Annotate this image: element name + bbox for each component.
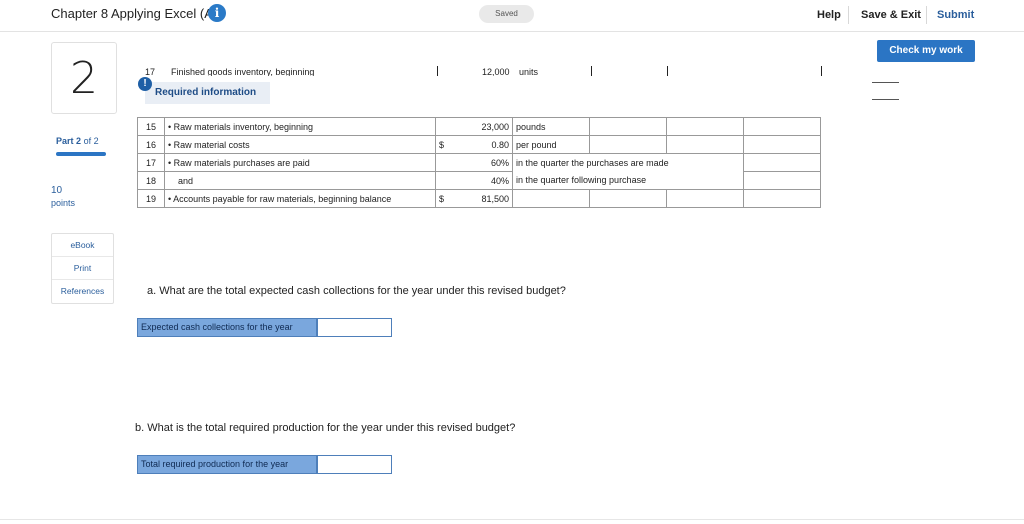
empty-cell[interactable] — [743, 135, 821, 154]
row-number: 15 — [137, 117, 165, 136]
alert-icon: ! — [138, 77, 152, 91]
empty-cell[interactable] — [743, 117, 821, 136]
row-label-text: Raw materials inventory, beginning — [173, 121, 314, 132]
footer-divider — [0, 519, 1024, 520]
row-label[interactable]: • Raw materials inventory, beginning — [164, 117, 436, 136]
resource-links: eBook Print References — [51, 233, 114, 304]
grid-line — [872, 99, 899, 100]
row-unit[interactable]: per pound — [512, 135, 590, 154]
column-divider — [821, 66, 822, 76]
expected-cash-collections-input[interactable] — [317, 318, 392, 337]
help-link[interactable]: Help — [817, 9, 841, 21]
empty-cell[interactable] — [743, 189, 821, 208]
empty-cell[interactable] — [589, 117, 667, 136]
column-divider — [591, 66, 592, 76]
row-label-text: Raw materials purchases are paid — [173, 157, 310, 168]
points-label: points — [51, 198, 76, 208]
ebook-link[interactable]: eBook — [52, 234, 113, 257]
save-exit-link[interactable]: Save & Exit — [861, 9, 921, 21]
empty-cell[interactable] — [589, 189, 667, 208]
empty-cell[interactable] — [589, 135, 667, 154]
header-divider — [926, 6, 927, 24]
question-number: 2 — [51, 42, 117, 114]
row-label: Finished goods inventory, beginning — [171, 67, 315, 76]
row-value[interactable]: 60% — [454, 153, 513, 172]
answer-label-b: Total required production for the year — [137, 455, 317, 474]
points-value: 10 — [51, 185, 63, 196]
row-unit[interactable]: in the quarter following purchase — [512, 171, 744, 190]
dollar-sign — [435, 117, 455, 136]
row-label-text: and — [178, 175, 194, 186]
row-label-text: Raw material costs — [173, 139, 250, 150]
column-divider — [437, 66, 438, 76]
part-progress-bar — [56, 152, 106, 156]
row-value[interactable]: 23,000 — [454, 117, 513, 136]
row-value[interactable]: 40% — [454, 171, 513, 190]
row-unit[interactable] — [512, 189, 590, 208]
part-of: of 2 — [83, 136, 99, 146]
dollar-sign — [435, 171, 455, 190]
print-link[interactable]: Print — [52, 257, 113, 280]
empty-cell[interactable] — [743, 171, 821, 190]
empty-cell[interactable] — [666, 189, 744, 208]
clipped-sheet-row: 17 Finished goods inventory, beginning 1… — [137, 66, 899, 76]
top-bar: Chapter 8 Applying Excel (A) i Saved Hel… — [0, 0, 1024, 32]
row-value[interactable]: 0.80 — [454, 135, 513, 154]
table-row: 15 • Raw materials inventory, beginning 23… — [137, 117, 821, 136]
references-link[interactable]: References — [52, 280, 113, 303]
row-unit: units — [519, 67, 539, 76]
part-indicator: Part 2 of 2 — [56, 136, 99, 146]
question-a: a. What are the total expected cash coll… — [147, 285, 566, 297]
required-information-tab[interactable]: Required information — [145, 82, 270, 104]
part-current: 2 — [76, 136, 82, 146]
row-number: 17 — [137, 153, 165, 172]
info-icon[interactable]: i — [208, 4, 226, 22]
row-label[interactable]: • Raw material costs — [164, 135, 436, 154]
table-row: 19 • Accounts payable for raw materials, … — [137, 189, 821, 208]
row-number: 18 — [137, 171, 165, 190]
table-row: 18 and 40% in the quarter following purchas… — [137, 171, 821, 190]
row-label[interactable]: • Accounts payable for raw materials, be… — [164, 189, 436, 208]
column-divider — [667, 66, 668, 76]
row-value: 12,000 — [482, 67, 510, 76]
row-value[interactable]: 81,500 — [454, 189, 513, 208]
dollar-sign — [435, 153, 455, 172]
empty-cell[interactable] — [666, 135, 744, 154]
row-number: 17 — [145, 67, 156, 76]
assignment-title: Chapter 8 Applying Excel (A) — [51, 6, 218, 21]
check-my-work-button[interactable]: Check my work — [877, 40, 975, 62]
row-label[interactable]: • Raw materials purchases are paid — [164, 153, 436, 172]
empty-cell[interactable] — [666, 117, 744, 136]
row-unit[interactable]: in the quarter the purchases are made — [512, 153, 744, 172]
empty-cell[interactable] — [743, 153, 821, 172]
answer-label-a: Expected cash collections for the year — [137, 318, 317, 337]
header-divider — [848, 6, 849, 24]
table-row: 16 • Raw material costs $0.80 per pound — [137, 135, 821, 154]
dollar-sign: $ — [435, 135, 455, 154]
question-b: b. What is the total required production… — [135, 422, 516, 434]
page: Chapter 8 Applying Excel (A) i Saved Hel… — [0, 0, 1024, 524]
total-required-production-input[interactable] — [317, 455, 392, 474]
submit-link[interactable]: Submit — [937, 9, 974, 21]
row-label[interactable]: and — [164, 171, 436, 190]
part-label: Part — [56, 136, 74, 146]
saved-status-badge: Saved — [479, 5, 534, 23]
dollar-sign: $ — [435, 189, 455, 208]
grid-line — [872, 82, 899, 83]
row-label-text: Accounts payable for raw materials, begi… — [173, 193, 392, 204]
row-unit[interactable]: pounds — [512, 117, 590, 136]
row-number: 19 — [137, 189, 165, 208]
table-row: 17 • Raw materials purchases are paid 60% i… — [137, 153, 821, 172]
spreadsheet-table: 15 • Raw materials inventory, beginning 23… — [137, 117, 821, 208]
row-number: 16 — [137, 135, 165, 154]
